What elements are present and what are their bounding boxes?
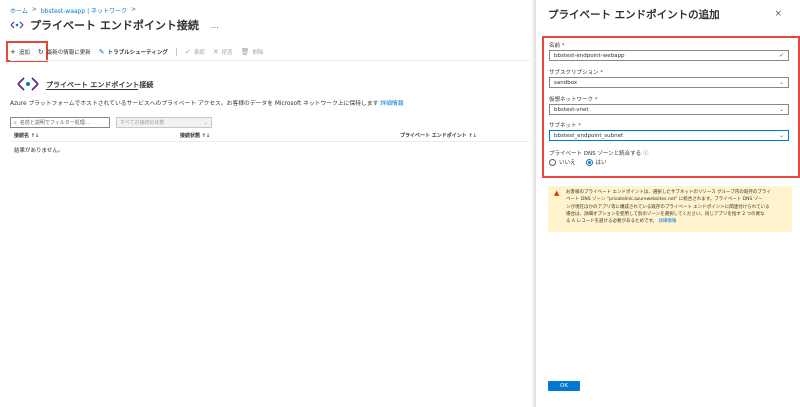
search-placeholder: 名前と説明でフィルター処理... — [19, 120, 90, 126]
status-placeholder: すべての接続の状態 — [120, 120, 165, 126]
warning-line: る A レコードを避ける必要があるためです。 詳細情報 — [566, 218, 788, 225]
wrench-icon: ✎ — [98, 48, 105, 56]
toolbar-divider-line — [10, 60, 530, 61]
reject-button[interactable]: ✕ 拒否 — [213, 48, 233, 56]
chevron-down-icon: ⌄ — [778, 106, 784, 113]
vnet-label-text: 仮想ネットワーク — [549, 97, 594, 103]
breadcrumb-network[interactable]: bbstest-waapp | ネットワーク — [41, 6, 127, 15]
blade-title: プライベート エンドポイントの追加 — [548, 9, 720, 21]
close-icon: ✕ — [212, 48, 219, 56]
title-row: プライベート エンドポイント接続 … — [10, 17, 219, 33]
section-description: Azure プラットフォームでホストされているサービスへのプライベート アクセス… — [10, 98, 404, 107]
table-header-divider — [10, 141, 530, 142]
more-options-icon[interactable]: … — [211, 21, 219, 30]
toolbar: + 追加 ↻ 最新の情報に更新 ✎ トラブルシューティング ✓ 承認 ✕ 拒否 … — [10, 46, 272, 58]
warning-more-info-link[interactable]: 詳細情報 — [658, 219, 676, 224]
vnet-value: bbstest-vnet — [554, 106, 589, 113]
add-label: 追加 — [18, 50, 30, 56]
refresh-button[interactable]: ↻ 最新の情報に更新 — [38, 48, 91, 56]
required-mark: * — [600, 70, 604, 76]
refresh-icon: ↻ — [37, 48, 44, 56]
search-icon: ⌕ — [14, 119, 17, 126]
subnet-select[interactable]: bbstest_endpoint_subnet ⌄ — [549, 130, 789, 141]
chevron-down-icon: ⌄ — [203, 119, 208, 126]
required-mark: * — [594, 97, 598, 103]
dns-radio-group: いいえ はい — [549, 158, 607, 166]
remove-button[interactable]: 🗑 削除 — [241, 48, 264, 56]
dns-yes-label: はい — [595, 160, 607, 166]
dns-integration-label: プライベート DNS ゾーンと統合する ⓘ — [549, 149, 648, 157]
vnet-label: 仮想ネットワーク * — [549, 95, 598, 103]
radio-circle-selected — [585, 158, 593, 166]
toolbar-divider — [175, 48, 177, 56]
check-icon: ✓ — [778, 52, 784, 59]
radio-circle — [549, 158, 556, 166]
breadcrumb: ホーム > bbstest-waapp | ネットワーク > — [10, 6, 136, 15]
approve-label: 承認 — [193, 50, 205, 56]
subscription-value: sandbox — [554, 79, 578, 86]
chevron-down-icon: ⌄ — [778, 79, 784, 86]
troubleshoot-label: トラブルシューティング — [107, 50, 168, 56]
troubleshoot-button[interactable]: ✎ トラブルシューティング — [99, 48, 168, 56]
vnet-select[interactable]: bbstest-vnet ⌄ — [549, 104, 789, 115]
search-filter-input[interactable]: ⌕ 名前と説明でフィルター処理... — [10, 117, 110, 128]
remove-label: 削除 — [252, 50, 264, 56]
warning-line-text: る A レコードを避ける必要があるためです。 — [566, 219, 657, 225]
warning-icon: ▲ — [554, 189, 560, 197]
approve-button[interactable]: ✓ 承認 — [185, 48, 205, 56]
subscription-label-text: サブスクリプション — [549, 70, 599, 76]
subnet-label-text: サブネット — [549, 123, 577, 129]
breadcrumb-separator: > — [31, 6, 37, 13]
info-icon[interactable]: ⓘ — [643, 151, 649, 157]
trash-icon: 🗑 — [240, 48, 250, 56]
warning-line: 場合は、詳細オプションを使用して別のゾーンを選択してください。同じアプリを指す … — [566, 211, 765, 217]
name-label: 名前 * — [549, 41, 565, 49]
dns-yes-radio[interactable]: はい — [585, 158, 607, 166]
subnet-label: サブネット * — [549, 121, 581, 129]
column-header-endpoint[interactable]: プライベート エンドポイント ↑↓ — [400, 132, 477, 139]
plus-icon: + — [10, 48, 16, 56]
subscription-label: サブスクリプション * — [549, 68, 603, 76]
close-icon[interactable]: × — [774, 9, 782, 19]
dns-no-label: いいえ — [559, 160, 576, 166]
add-private-endpoint-blade: プライベート エンドポイントの追加 × 名前 * bbstest-endpoin… — [535, 0, 800, 407]
breadcrumb-home[interactable]: ホーム — [10, 6, 28, 15]
private-endpoint-icon — [10, 21, 24, 29]
required-mark: * — [561, 43, 565, 49]
column-header-name[interactable]: 接続名 ↑↓ — [14, 132, 39, 139]
status-filter-dropdown[interactable]: すべての接続の状態 ⌄ — [116, 117, 212, 128]
section-heading-underline — [46, 89, 138, 90]
dns-label-text: プライベート DNS ゾーンと統合する — [549, 151, 642, 157]
check-icon: ✓ — [184, 48, 191, 56]
dns-no-radio[interactable]: いいえ — [549, 158, 576, 166]
subnet-value: bbstest_endpoint_subnet — [554, 132, 624, 139]
add-button[interactable]: + 追加 — [10, 48, 30, 56]
column-header-state[interactable]: 接続状態 ↑↓ — [180, 132, 210, 139]
name-value: bbstest-endpoint-webapp — [554, 52, 625, 59]
breadcrumb-separator: > — [131, 6, 137, 13]
more-info-link[interactable]: 詳細情報 — [380, 101, 403, 107]
private-endpoint-large-icon — [17, 77, 39, 91]
warning-line: お客様のプライベート エンドポイントは、選択したサブネットのリソース グループ内… — [566, 190, 771, 195]
description-text: Azure プラットフォームでホストされているサービスへのプライベート アクセス… — [10, 101, 379, 107]
name-input[interactable]: bbstest-endpoint-webapp ✓ — [549, 50, 789, 61]
name-label-text: 名前 — [549, 43, 561, 49]
warning-line: ベート DNS ゾーン "privatelink.azurewebsites.n… — [566, 197, 763, 203]
empty-table-message: 結果がありません。 — [14, 148, 64, 154]
refresh-label: 最新の情報に更新 — [46, 50, 91, 56]
subscription-select[interactable]: sandbox ⌄ — [549, 77, 789, 88]
page-title: プライベート エンドポイント接続 — [30, 19, 199, 32]
dns-warning-banner: ▲ お客様のプライベート エンドポイントは、選択したサブネットのリソース グルー… — [548, 186, 792, 232]
warning-line: ンが現在ほかのアプリ等に構成されている既存のプライベート エンドポイントに関連付… — [566, 204, 770, 210]
chevron-down-icon: ⌄ — [778, 132, 784, 139]
reject-label: 拒否 — [221, 50, 233, 56]
ok-button[interactable]: OK — [548, 381, 580, 391]
required-mark: * — [578, 123, 582, 129]
